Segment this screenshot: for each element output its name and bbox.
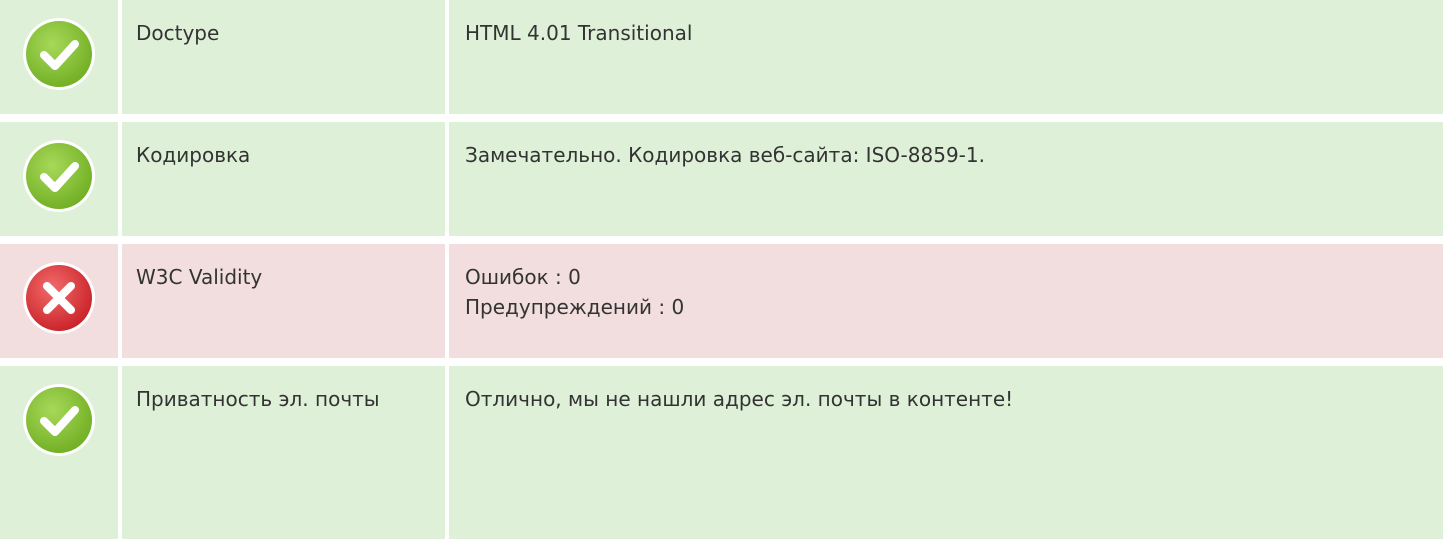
check-label: Doctype [122,0,445,114]
status-cell [0,122,118,236]
check-row-email-privacy: Приватность эл. почты Отлично, мы не наш… [0,366,1443,539]
seo-check-table: Doctype HTML 4.01 Transitional Кодировка… [0,0,1443,539]
check-circle-icon [19,380,99,460]
check-value: Ошибок : 0 Предупреждений : 0 [449,244,1443,358]
error-circle-icon [19,258,99,338]
check-label: Кодировка [122,122,445,236]
value-line: Ошибок : 0 [465,265,581,289]
check-circle-icon [19,14,99,94]
check-circle-icon [19,136,99,216]
check-row-w3c-validity: W3C Validity Ошибок : 0 Предупреждений :… [0,244,1443,358]
status-cell [0,244,118,358]
status-cell [0,0,118,114]
check-value: HTML 4.01 Transitional [449,0,1443,114]
value-line: Отлично, мы не нашли адрес эл. почты в к… [465,387,1014,411]
value-line: HTML 4.01 Transitional [465,21,693,45]
status-cell [0,366,118,539]
value-line: Предупреждений : 0 [465,295,685,319]
check-value: Отлично, мы не нашли адрес эл. почты в к… [449,366,1443,539]
check-value: Замечательно. Кодировка веб-сайта: ISO-8… [449,122,1443,236]
check-label: W3C Validity [122,244,445,358]
check-row-doctype: Doctype HTML 4.01 Transitional [0,0,1443,114]
value-line: Замечательно. Кодировка веб-сайта: ISO-8… [465,143,985,167]
check-label: Приватность эл. почты [122,366,445,539]
check-row-encoding: Кодировка Замечательно. Кодировка веб-са… [0,122,1443,236]
